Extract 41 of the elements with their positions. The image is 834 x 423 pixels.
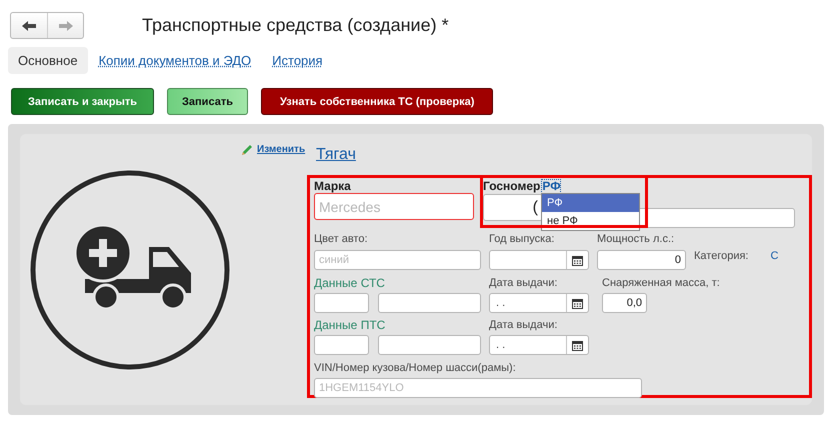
date-field[interactable]: . . <box>489 335 589 355</box>
field-label: Год выпуска: <box>489 232 554 246</box>
date-field[interactable] <box>489 250 589 270</box>
section-label: Данные ПТС <box>314 318 386 332</box>
save-close-button[interactable]: Записать и закрыть <box>11 88 154 115</box>
field-label: Снаряженная масса, т: <box>602 276 720 290</box>
category-value: С <box>770 250 778 262</box>
calendar-icon <box>572 298 583 308</box>
input-field[interactable] <box>314 335 369 355</box>
tab[interactable]: История <box>262 46 333 74</box>
pencil-icon <box>240 142 254 156</box>
field-label: Мощность л.с.: <box>597 232 674 246</box>
plate-field[interactable]: ( <box>483 194 543 221</box>
field-label: Госномер <box>483 179 540 193</box>
dropdown-option[interactable]: РФ <box>542 194 639 212</box>
right-arrow-icon <box>58 20 74 32</box>
field-label: Марка <box>314 179 351 193</box>
edit-link[interactable]: Изменить <box>257 144 306 155</box>
section-label: Данные СТС <box>314 276 385 290</box>
vehicle-type-link[interactable]: Тягач <box>316 146 356 164</box>
input-field[interactable] <box>378 293 481 313</box>
input-field[interactable] <box>378 335 481 355</box>
field-label: VIN/Номер кузова/Номер шасси(рамы): <box>314 361 516 375</box>
check-owner-button[interactable]: Узнать собственника ТС (проверка) <box>260 88 494 115</box>
window-title: Транспортные средства (создание) * <box>142 15 449 36</box>
dropdown-option[interactable]: не РФ <box>542 212 639 230</box>
input-field[interactable]: 0 <box>597 250 686 270</box>
field-label: Дата выдачи: <box>489 276 558 290</box>
truck-plus-icon <box>29 168 231 370</box>
calendar-icon <box>572 254 583 266</box>
left-arrow-icon <box>21 20 37 32</box>
date-field[interactable]: . . <box>489 293 589 313</box>
tab[interactable]: Основное <box>8 46 88 74</box>
field-label: Дата выдачи: <box>489 318 558 332</box>
field-label: Категория: <box>694 249 748 263</box>
save-button[interactable]: Записать <box>167 88 248 115</box>
input-field[interactable]: 0,0 <box>602 293 647 313</box>
calendar-icon <box>572 340 583 350</box>
input-field[interactable] <box>314 293 369 313</box>
tab[interactable]: Копии документов и ЭДО <box>88 46 262 74</box>
field-label: Цвет авто: <box>314 232 368 246</box>
